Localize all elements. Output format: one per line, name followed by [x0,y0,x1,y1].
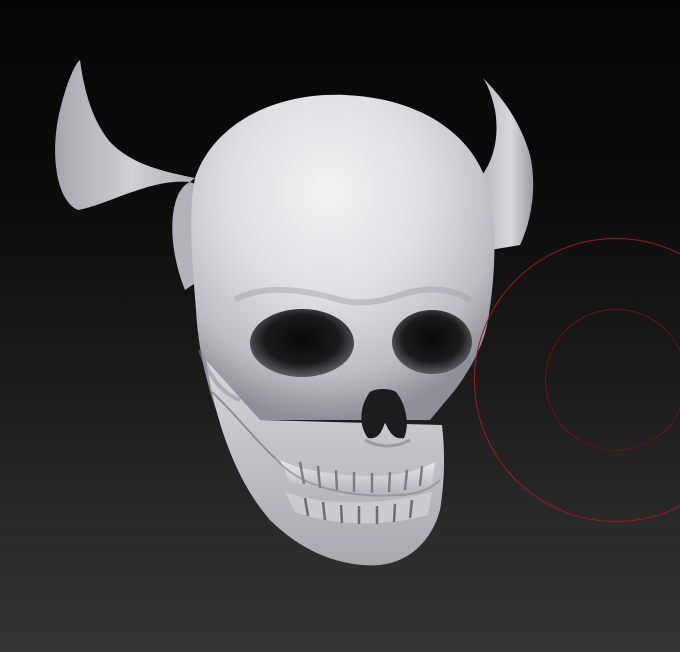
right-eye-socket [392,310,472,374]
sculpt-scene[interactable] [0,0,680,652]
left-eye-socket [250,309,354,377]
canvas-viewport[interactable] [0,0,680,652]
skull-cranium[interactable] [191,94,495,421]
left-horn[interactable] [55,60,196,210]
